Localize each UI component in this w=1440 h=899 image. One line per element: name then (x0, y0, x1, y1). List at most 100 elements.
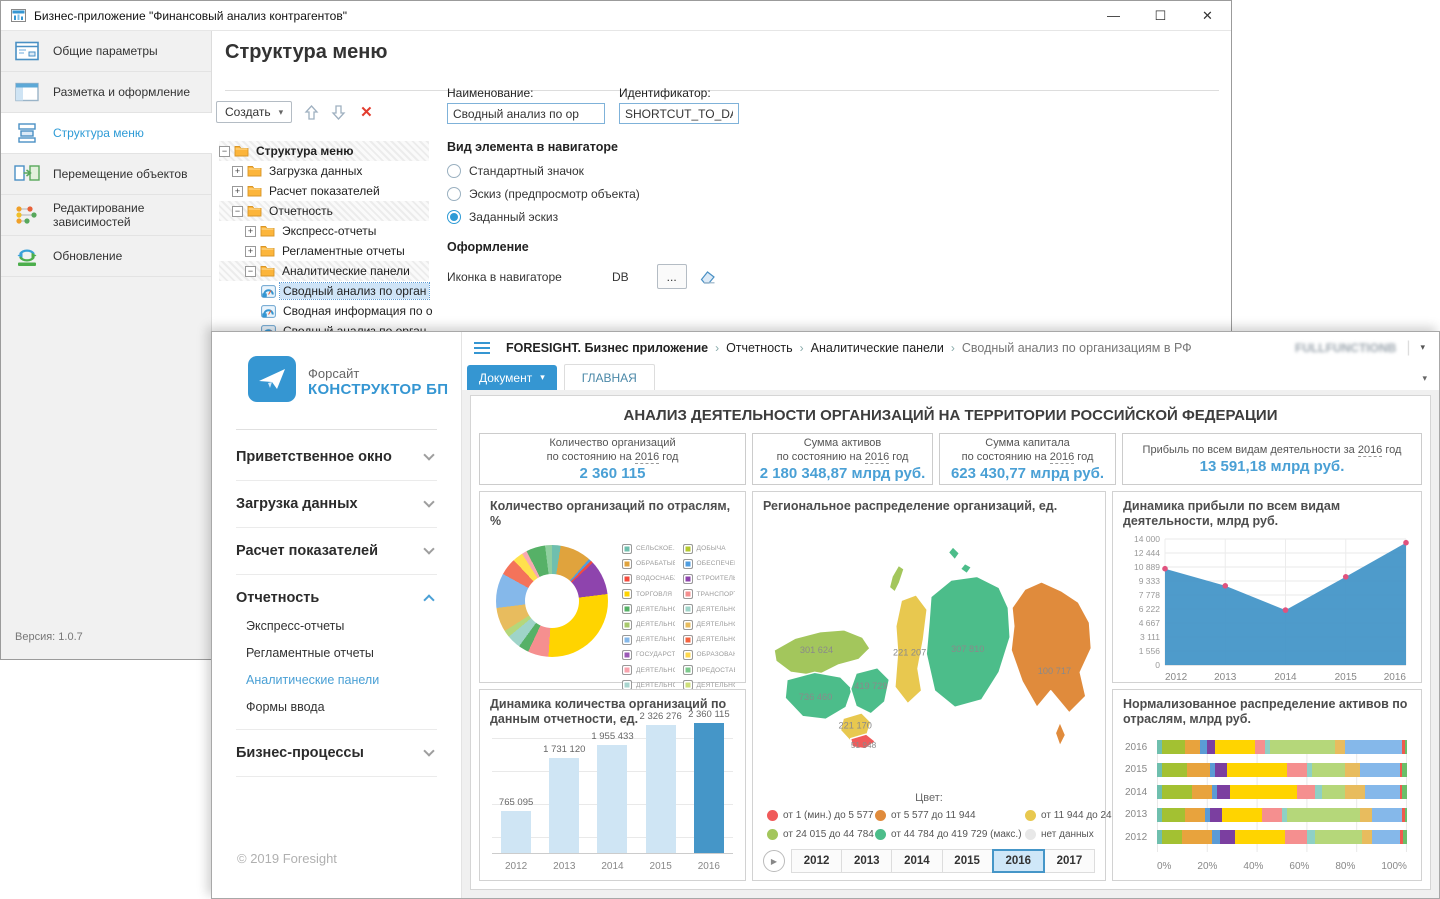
main-sidebar-item[interactable]: Редактирование зависимостей (1, 195, 211, 236)
legend-item: ДЕЯТЕЛЬНО... (683, 602, 736, 617)
dash-submenu-item[interactable]: Аналитические панели (236, 660, 437, 687)
browse-button[interactable]: ... (657, 264, 687, 289)
dash-submenu-item[interactable]: Регламентные отчеты (236, 633, 437, 660)
dash-submenu-item[interactable]: Формы ввода (236, 687, 437, 714)
stacked-segment (1185, 808, 1205, 822)
map-region[interactable] (1055, 722, 1065, 746)
dash-menu-group: Приветственное окно (236, 434, 437, 481)
hamburger-menu-icon[interactable] (474, 342, 490, 354)
legend-label: ПРЕДОСТАВ... (697, 667, 736, 674)
collapse-icon[interactable]: − (219, 146, 230, 157)
collapse-icon[interactable]: − (232, 206, 243, 217)
map-panel: Региональное распределение организаций, … (752, 491, 1106, 881)
maximize-button[interactable]: ☐ (1137, 1, 1184, 30)
bar (501, 811, 531, 853)
dash-menu-item[interactable]: Отчетность (236, 590, 437, 606)
tree-item[interactable]: +Загрузка данных (219, 161, 429, 181)
bar-value-label: 765 095 (499, 797, 533, 808)
collapse-icon[interactable]: − (245, 266, 256, 277)
map-region[interactable] (960, 563, 971, 573)
map-legend-item: от 1 (мин.) до 5 577 (767, 810, 875, 821)
tree-item[interactable]: +Экспресс-отчеты (219, 221, 429, 241)
minimize-button[interactable]: — (1090, 1, 1137, 30)
timeline-year[interactable]: 2013 (841, 849, 892, 873)
document-button[interactable]: Документ ▾ (467, 365, 557, 390)
move-up-icon[interactable] (304, 104, 319, 121)
expand-icon[interactable]: + (232, 166, 243, 177)
kpi-card: Сумма капитала по состоянию на 2016 год6… (939, 433, 1116, 485)
create-button[interactable]: Создать ▾ (216, 101, 292, 123)
kpi-card: Сумма активов по состоянию на 2016 год2 … (752, 433, 933, 485)
breadcrumb-item[interactable]: FORESIGHT. Бизнес приложение (506, 341, 708, 355)
tree-item[interactable]: +Регламентные отчеты (219, 241, 429, 261)
map-region[interactable] (1011, 582, 1091, 713)
tree-item[interactable]: −Отчетность (219, 201, 429, 221)
expand-icon[interactable]: + (245, 226, 256, 237)
tree-item[interactable]: − Аналитические панели (219, 261, 429, 281)
timeline-year[interactable]: 2015 (942, 849, 993, 873)
tree-item[interactable]: Сводная информация по о (219, 301, 429, 321)
dash-menu-item[interactable]: Приветственное окно (236, 449, 437, 465)
timeline-year[interactable]: 2012 (791, 849, 842, 873)
svg-text:2014: 2014 (1274, 672, 1297, 683)
expand-icon[interactable]: + (232, 186, 243, 197)
timeline-year[interactable]: 2014 (891, 849, 942, 873)
timeline-year[interactable]: 2016 (992, 849, 1045, 873)
expand-icon[interactable]: + (245, 246, 256, 257)
tab-bar: Документ ▾ ГЛАВНАЯ ▾ (462, 363, 1439, 390)
breadcrumb-item[interactable]: Отчетность (726, 341, 793, 355)
dash-menu-item[interactable]: Бизнес-процессы (236, 745, 437, 761)
version-label: Версия: 1.0.7 (15, 631, 83, 643)
map-timeline: ▶ 201220132014201520162017 (763, 849, 1095, 873)
radio-button[interactable] (447, 187, 461, 201)
tree-item[interactable]: − Структура меню (219, 141, 429, 161)
main-sidebar-item[interactable]: Разметка и оформление (1, 72, 211, 113)
radio-button[interactable] (447, 210, 461, 224)
main-sidebar-item[interactable]: Перемещение объектов (1, 154, 211, 195)
dash-menu-item[interactable]: Загрузка данных (236, 496, 437, 512)
breadcrumb-item[interactable]: Аналитические панели (811, 341, 944, 355)
dash-submenu-item[interactable]: Экспресс-отчеты (236, 606, 437, 633)
radio-button[interactable] (447, 164, 461, 178)
kpi-card: Количество организаций по состоянию на 2… (479, 433, 746, 485)
dash-menu-item[interactable]: Расчет показателей (236, 543, 437, 559)
user-chevron-down-icon[interactable]: ▾ (1420, 342, 1425, 353)
tree-item-label: Структура меню (253, 143, 356, 159)
delete-icon[interactable]: ✕ (358, 103, 375, 121)
play-button[interactable]: ▶ (763, 850, 785, 872)
tree-item[interactable]: +Расчет показателей (219, 181, 429, 201)
move-down-icon[interactable] (331, 104, 346, 121)
map-region[interactable] (948, 547, 959, 560)
bar (694, 723, 724, 853)
user-menu[interactable]: FULLFUNCTIONB (1295, 341, 1396, 355)
breadcrumb-item[interactable]: Сводный анализ по организациям в РФ (962, 341, 1192, 355)
timeline-year[interactable]: 2017 (1044, 849, 1095, 873)
svg-text:1 556: 1 556 (1139, 646, 1161, 656)
map-region[interactable] (926, 576, 1010, 707)
kpi-value: 623 430,77 млрд руб. (951, 465, 1104, 482)
donut-chart-panel: Количество организаций по отраслям, % СЕ… (479, 491, 746, 683)
map-region[interactable] (889, 565, 904, 592)
view-section-title: Вид элемента в навигаторе (447, 140, 1067, 154)
tree-item[interactable]: Сводный анализ по орган (219, 281, 429, 301)
name-input[interactable] (447, 103, 605, 124)
folder-icon (260, 265, 275, 277)
menu-structure-icon (13, 122, 41, 144)
eraser-icon[interactable] (699, 269, 717, 284)
tab-main[interactable]: ГЛАВНАЯ (564, 364, 655, 390)
view-option[interactable]: Эскиз (предпросмотр объекта) (447, 187, 1067, 201)
tree-item-label: Аналитические панели (279, 263, 413, 279)
legend-swatch (622, 559, 632, 569)
main-sidebar-item[interactable]: Общие параметры (1, 31, 211, 72)
stacked-segment (1220, 830, 1235, 844)
toolbar-collapse-icon[interactable]: ▾ (1422, 373, 1427, 384)
view-option[interactable]: Стандартный значок (447, 164, 1067, 178)
legend-label: ДЕЯТЕЛЬНОСТЬ В (636, 667, 675, 674)
main-sidebar-item[interactable]: Обновление (1, 236, 211, 277)
close-button[interactable]: ✕ (1184, 1, 1231, 30)
legend-label: ОБРАБАТЫВАЮ... (636, 560, 675, 567)
main-sidebar-item[interactable]: Структура меню (1, 113, 212, 154)
identifier-input[interactable] (619, 103, 739, 124)
view-option[interactable]: Заданный эскиз (447, 210, 1067, 224)
legend-label: ДЕЯТЕЛЬНО... (697, 606, 736, 613)
